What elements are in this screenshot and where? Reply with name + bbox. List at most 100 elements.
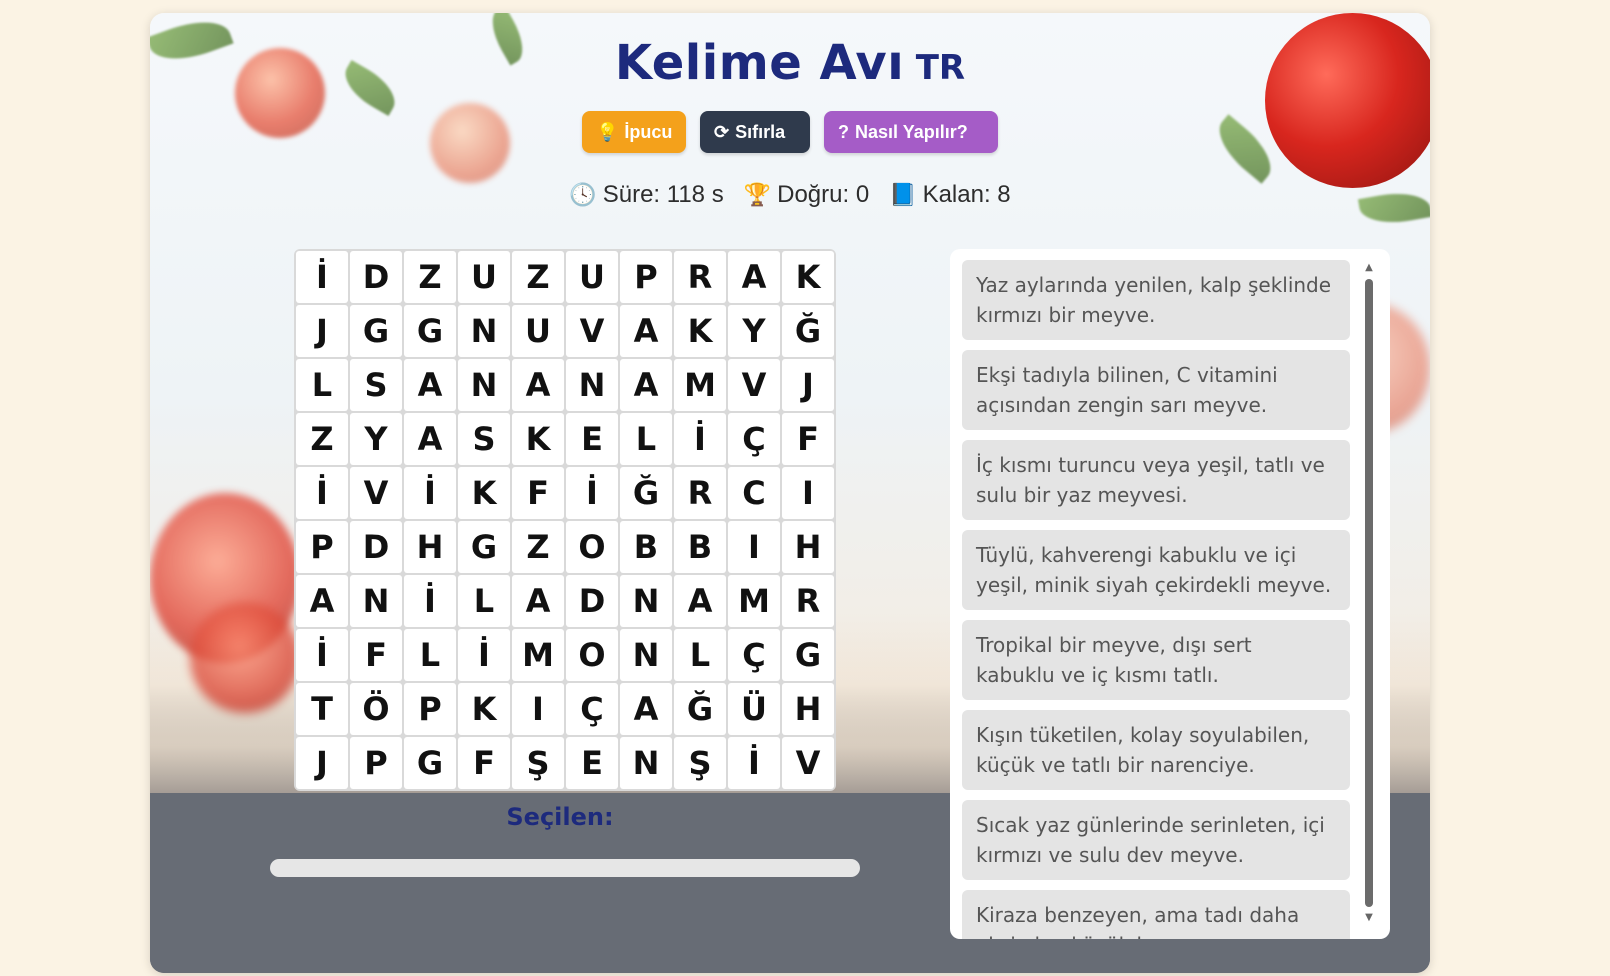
grid-cell[interactable]: İ (566, 467, 618, 519)
grid-cell[interactable]: V (728, 359, 780, 411)
grid-cell[interactable]: G (782, 629, 834, 681)
hint-button[interactable]: 💡 İpucu (582, 111, 686, 153)
grid-cell[interactable]: F (350, 629, 402, 681)
grid-cell[interactable]: N (350, 575, 402, 627)
grid-cell[interactable]: Ğ (674, 683, 726, 735)
grid-cell[interactable]: L (296, 359, 348, 411)
grid-cell[interactable]: Ş (674, 737, 726, 789)
grid-cell[interactable]: N (620, 575, 672, 627)
grid-cell[interactable]: D (566, 575, 618, 627)
grid-cell[interactable]: D (350, 251, 402, 303)
clue-scrollbar[interactable]: ▲ ▼ (1364, 263, 1374, 923)
grid-cell[interactable]: İ (404, 467, 456, 519)
grid-cell[interactable]: K (512, 413, 564, 465)
grid-cell[interactable]: R (674, 251, 726, 303)
grid-cell[interactable]: Z (404, 251, 456, 303)
grid-cell[interactable]: M (512, 629, 564, 681)
grid-cell[interactable]: E (566, 737, 618, 789)
grid-cell[interactable]: U (458, 251, 510, 303)
grid-cell[interactable]: A (728, 251, 780, 303)
grid-cell[interactable]: M (674, 359, 726, 411)
grid-cell[interactable]: R (782, 575, 834, 627)
grid-cell[interactable]: K (782, 251, 834, 303)
grid-cell[interactable]: A (512, 359, 564, 411)
grid-cell[interactable]: G (404, 305, 456, 357)
grid-cell[interactable]: İ (674, 413, 726, 465)
grid-cell[interactable]: V (566, 305, 618, 357)
grid-cell[interactable]: L (674, 629, 726, 681)
grid-cell[interactable]: S (350, 359, 402, 411)
grid-cell[interactable]: H (404, 521, 456, 573)
grid-cell[interactable]: G (458, 521, 510, 573)
grid-cell[interactable]: E (566, 413, 618, 465)
grid-cell[interactable]: A (404, 359, 456, 411)
grid-cell[interactable]: Z (512, 521, 564, 573)
grid-cell[interactable]: Ğ (782, 305, 834, 357)
grid-cell[interactable]: Y (728, 305, 780, 357)
grid-cell[interactable]: L (620, 413, 672, 465)
grid-cell[interactable]: N (620, 737, 672, 789)
grid-cell[interactable]: B (620, 521, 672, 573)
grid-cell[interactable]: U (566, 251, 618, 303)
grid-cell[interactable]: S (458, 413, 510, 465)
grid-cell[interactable]: A (404, 413, 456, 465)
grid-cell[interactable]: A (620, 359, 672, 411)
grid-cell[interactable]: İ (296, 251, 348, 303)
grid-cell[interactable]: G (350, 305, 402, 357)
grid-cell[interactable]: P (620, 251, 672, 303)
grid-cell[interactable]: İ (296, 467, 348, 519)
grid-cell[interactable]: Ç (728, 629, 780, 681)
grid-cell[interactable]: P (296, 521, 348, 573)
grid-cell[interactable]: İ (296, 629, 348, 681)
grid-cell[interactable]: M (728, 575, 780, 627)
grid-cell[interactable]: U (512, 305, 564, 357)
grid-cell[interactable]: Ç (566, 683, 618, 735)
grid-cell[interactable]: Z (512, 251, 564, 303)
grid-cell[interactable]: V (350, 467, 402, 519)
grid-cell[interactable]: K (458, 467, 510, 519)
grid-cell[interactable]: Y (350, 413, 402, 465)
grid-cell[interactable]: İ (458, 629, 510, 681)
grid-cell[interactable]: P (404, 683, 456, 735)
grid-cell[interactable]: Ü (728, 683, 780, 735)
grid-cell[interactable]: A (620, 683, 672, 735)
grid-cell[interactable]: G (404, 737, 456, 789)
grid-cell[interactable]: A (620, 305, 672, 357)
scroll-up-arrow-icon[interactable]: ▲ (1364, 263, 1374, 273)
grid-cell[interactable]: İ (728, 737, 780, 789)
grid-cell[interactable]: Ş (512, 737, 564, 789)
grid-cell[interactable]: B (674, 521, 726, 573)
grid-cell[interactable]: N (620, 629, 672, 681)
grid-cell[interactable]: F (458, 737, 510, 789)
grid-cell[interactable]: J (296, 305, 348, 357)
grid-cell[interactable]: J (782, 359, 834, 411)
grid-cell[interactable]: J (296, 737, 348, 789)
grid-cell[interactable]: F (782, 413, 834, 465)
grid-cell[interactable]: P (350, 737, 402, 789)
grid-cell[interactable]: İ (404, 575, 456, 627)
grid-cell[interactable]: D (350, 521, 402, 573)
scrollbar-thumb[interactable] (1365, 279, 1373, 907)
grid-cell[interactable]: I (782, 467, 834, 519)
grid-cell[interactable]: Ç (728, 413, 780, 465)
grid-cell[interactable]: A (512, 575, 564, 627)
how-to-play-button[interactable]: ? Nasıl Yapılır? (824, 111, 998, 153)
grid-cell[interactable]: C (728, 467, 780, 519)
grid-cell[interactable]: L (458, 575, 510, 627)
grid-cell[interactable]: N (458, 359, 510, 411)
grid-cell[interactable]: O (566, 629, 618, 681)
grid-cell[interactable]: F (512, 467, 564, 519)
grid-cell[interactable]: O (566, 521, 618, 573)
grid-cell[interactable]: N (566, 359, 618, 411)
grid-cell[interactable]: N (458, 305, 510, 357)
grid-cell[interactable]: I (512, 683, 564, 735)
grid-cell[interactable]: R (674, 467, 726, 519)
grid-cell[interactable]: Ğ (620, 467, 672, 519)
grid-cell[interactable]: I (728, 521, 780, 573)
grid-cell[interactable]: A (674, 575, 726, 627)
grid-cell[interactable]: T (296, 683, 348, 735)
grid-cell[interactable]: L (404, 629, 456, 681)
grid-cell[interactable]: K (674, 305, 726, 357)
scroll-down-arrow-icon[interactable]: ▼ (1364, 913, 1374, 923)
reset-button[interactable]: ⟳ Sıfırla (700, 111, 810, 153)
